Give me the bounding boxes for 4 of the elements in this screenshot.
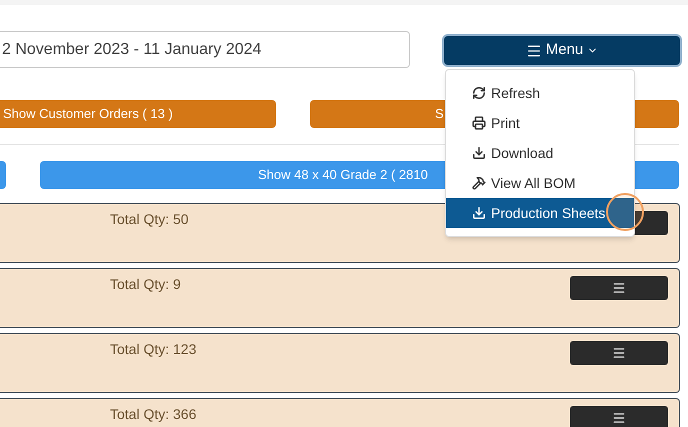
total-qty: Total Qty: 123 [110,340,196,359]
total-qty: Total Qty: 9 [110,275,181,294]
total-qty: Total Qty: 50 [110,210,189,229]
total-qty: Total Qty: 366 [110,405,196,424]
